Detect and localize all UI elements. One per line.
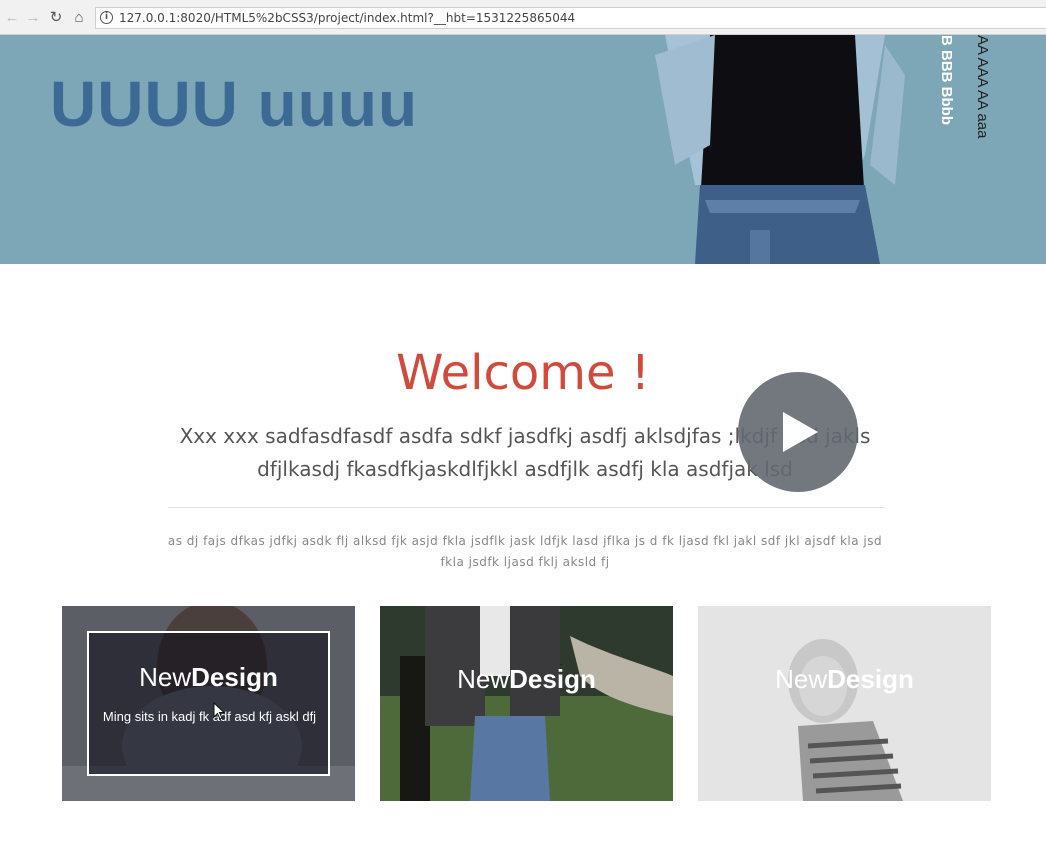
forward-arrow-icon[interactable]: →	[24, 9, 42, 27]
mouse-cursor-icon	[213, 702, 225, 720]
video-play-button[interactable]	[738, 372, 858, 492]
card-2-title: NewDesign	[457, 664, 596, 694]
card-1-title: NewDesign	[139, 662, 278, 692]
vertical-text-dark: AA AAA AA aaa	[974, 35, 991, 139]
vertical-text-white: B BBB Bbbb	[938, 35, 955, 125]
back-arrow-icon[interactable]: ←	[3, 9, 21, 27]
card-3-title: NewDesign	[775, 664, 914, 694]
address-bar[interactable]: i 127.0.0.1:8020/HTML5%2bCSS3/project/in…	[95, 7, 1046, 29]
hero-title: UUUU uuuu	[50, 68, 419, 140]
hero-banner: UUUU uuuu B BBB Bbbb AA AAA AA aaa	[0, 35, 1046, 264]
card-2-photo	[380, 606, 673, 801]
play-icon	[783, 412, 818, 452]
home-icon[interactable]: ⌂	[70, 9, 88, 27]
info-icon[interactable]: i	[100, 11, 113, 24]
card-1-description: Ming sits in kadj fk adf asd kfj askl df…	[102, 709, 317, 724]
welcome-small-text: as dj fajs dfkas jdfkj asdk flj alksd fj…	[167, 534, 883, 569]
hero-model-image	[655, 35, 905, 264]
design-card-2[interactable]: NewDesign	[380, 606, 673, 801]
section-divider	[168, 507, 884, 508]
design-card-3[interactable]: NewDesign	[698, 606, 991, 801]
welcome-heading: Welcome !	[395, 345, 651, 401]
reload-icon[interactable]: ↻	[47, 9, 65, 27]
url-text: 127.0.0.1:8020/HTML5%2bCSS3/project/inde…	[119, 11, 576, 25]
browser-toolbar: ← → ↻ ⌂ i 127.0.0.1:8020/HTML5%2bCSS3/pr…	[0, 0, 1046, 35]
design-card-1[interactable]: NewDesign Ming sits in kadj fk adf asd k…	[62, 606, 355, 801]
card-1-overlay	[87, 631, 330, 776]
card-3-photo	[698, 606, 991, 801]
